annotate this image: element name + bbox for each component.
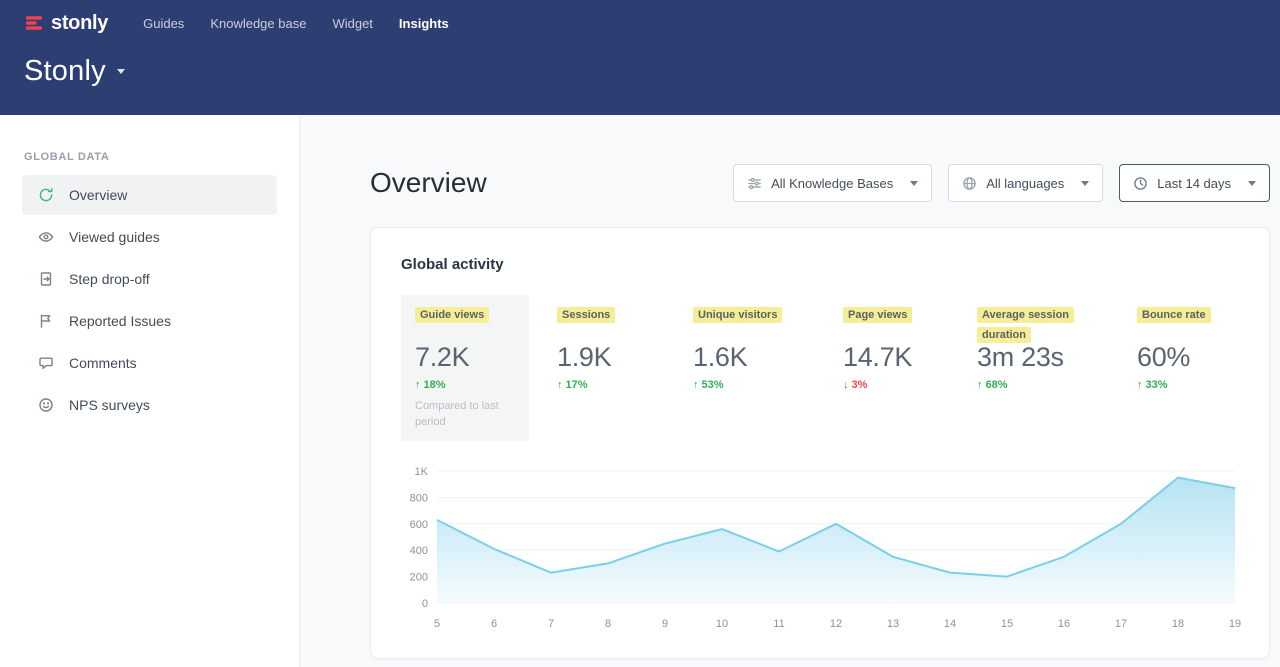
globe-icon [962,176,977,191]
sidebar-item-label: Overview [69,187,127,203]
metric-label: Page views [843,307,912,323]
filter-label: All Knowledge Bases [771,176,893,191]
top-navigation-bar: stonly GuidesKnowledge baseWidgetInsight… [0,0,1280,115]
svg-text:13: 13 [887,618,899,630]
metric-value: 14.7K [843,343,949,371]
chevron-down-icon [117,69,125,74]
metric-change: ↑ 18% [415,379,515,391]
global-activity-card: Global activity Guide views 7.2K ↑ 18% Comp… [370,227,1270,659]
svg-text:19: 19 [1229,618,1241,630]
metric-label: Unique visitors [693,307,782,323]
sidebar-item-label: Reported Issues [69,313,171,329]
clock-icon [1133,176,1148,191]
metric-change: ↑ 33% [1137,379,1237,391]
svg-text:800: 800 [410,492,428,504]
topnav-item-insights[interactable]: Insights [386,9,462,38]
comments-icon [38,355,54,371]
sidebar-item-reported-issues[interactable]: Reported Issues [22,301,277,341]
metric-value: 1.6K [693,343,815,371]
metric-label: Average session duration [977,307,1074,343]
svg-text:15: 15 [1001,618,1013,630]
flag-icon [38,313,54,329]
sidebar-item-label: NPS surveys [69,397,150,413]
svg-text:10: 10 [716,618,728,630]
topnav-item-guides[interactable]: Guides [130,9,197,38]
metric-value: 7.2K [415,343,515,371]
metric-change: ↑ 53% [693,379,815,391]
topnav-items: GuidesKnowledge baseWidgetInsights [130,9,462,38]
svg-text:5: 5 [434,618,440,630]
overview-icon [38,187,54,203]
eye-icon [38,229,54,245]
sidebar-item-label: Step drop-off [69,271,150,287]
main-content: Overview All Knowledge Bases All language… [301,115,1280,667]
svg-text:17: 17 [1115,618,1127,630]
area-chart: 0 200 400 600 800 1K 5 6 7 8 9 10 11 12 13 14 15 16 17 18 19 [401,459,1241,639]
svg-text:8: 8 [605,618,611,630]
svg-text:11: 11 [773,618,784,630]
svg-text:18: 18 [1172,618,1184,630]
svg-text:1K: 1K [415,466,429,478]
filter-dropdown-last-14-days[interactable]: Last 14 days [1119,164,1270,202]
filter-dropdown-all-knowledge-bases[interactable]: All Knowledge Bases [733,164,932,202]
metric-change: ↑ 68% [977,379,1109,391]
svg-text:6: 6 [491,618,497,630]
sidebar-item-overview[interactable]: Overview [22,175,277,215]
filter-dropdown-all-languages[interactable]: All languages [948,164,1103,202]
filter-label: All languages [986,176,1064,191]
metric-unique-visitors: Unique visitors 1.6K ↑ 53% [693,295,815,391]
workspace-switcher[interactable]: Stonly [24,55,125,88]
svg-text:200: 200 [410,571,428,583]
metric-value: 1.9K [557,343,665,371]
card-title: Global activity [401,256,1239,273]
svg-text:14: 14 [944,618,956,630]
metric-value: 60% [1137,343,1237,371]
sidebar-section-title: GLOBAL DATA [24,151,275,163]
stonly-logo[interactable]: stonly [24,12,108,35]
chevron-down-icon [1081,181,1089,186]
metric-guide-views: Guide views 7.2K ↑ 18% Compared to last per… [401,295,529,441]
metric-change: ↑ 17% [557,379,665,391]
metric-value: 3m 23s [977,343,1109,371]
chevron-down-icon [1248,181,1256,186]
workspace-title: Stonly [24,55,106,88]
metric-page-views: Page views 14.7K ↓ 3% [843,295,949,391]
metric-change: ↓ 3% [843,379,949,391]
smiley-icon [38,397,54,413]
sidebar-item-label: Viewed guides [69,229,160,245]
metrics-row: Guide views 7.2K ↑ 18% Compared to last per… [401,295,1239,441]
svg-text:12: 12 [830,618,842,630]
filters-bar: All Knowledge Bases All languages Last 14 … [733,164,1270,202]
page-title: Overview [370,167,487,199]
sidebar-item-viewed-guides[interactable]: Viewed guides [22,217,277,257]
svg-text:600: 600 [410,519,428,531]
svg-text:9: 9 [662,618,668,630]
stonly-logo-icon [24,13,44,33]
sidebar: GLOBAL DATA Overview Viewed guides Step dr… [0,115,300,667]
metric-sessions: Sessions 1.9K ↑ 17% [557,295,665,391]
metric-note: Compared to last period [415,399,507,431]
topnav-item-widget[interactable]: Widget [319,9,385,38]
sidebar-menu: Overview Viewed guides Step drop-off Report… [0,175,299,425]
metric-label: Bounce rate [1137,307,1211,323]
sidebar-item-step-drop-off[interactable]: Step drop-off [22,259,277,299]
topnav-item-knowledge-base[interactable]: Knowledge base [197,9,319,38]
metric-bounce-rate: Bounce rate 60% ↑ 33% [1137,295,1237,391]
svg-text:0: 0 [422,598,428,610]
metric-label: Sessions [557,307,615,323]
svg-text:400: 400 [410,545,428,557]
sidebar-item-label: Comments [69,355,137,371]
svg-text:7: 7 [548,618,554,630]
step-dropoff-icon [38,271,54,287]
sidebar-item-nps-surveys[interactable]: NPS surveys [22,385,277,425]
knowledge-base-filter-icon [747,176,762,191]
metric-average-session-duration: Average session duration3m 23s ↑ 68% [977,295,1109,391]
global-activity-chart: 0 200 400 600 800 1K 5 6 7 8 9 10 11 12 13 14 15 16 17 18 19 [401,459,1239,639]
sidebar-item-comments[interactable]: Comments [22,343,277,383]
svg-text:16: 16 [1058,618,1070,630]
chevron-down-icon [910,181,918,186]
filter-label: Last 14 days [1157,176,1231,191]
metric-label: Guide views [415,307,489,323]
stonly-logo-text: stonly [51,12,108,35]
